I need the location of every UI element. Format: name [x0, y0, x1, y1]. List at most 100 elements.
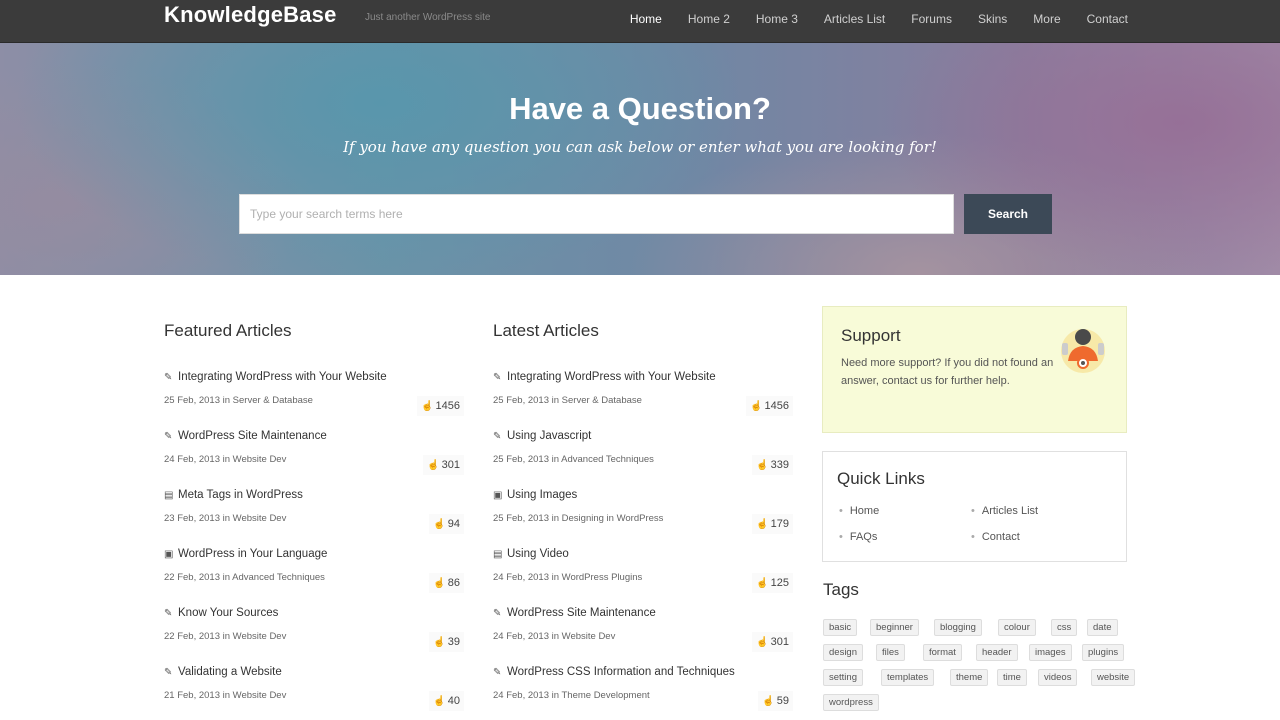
article-link[interactable]: ✎ WordPress CSS Information and Technique…	[493, 666, 735, 678]
quick-link-label: FAQs	[849, 531, 878, 543]
article-item: ✎ WordPress CSS Information and Technique…	[493, 644, 793, 711]
tag-wordpress[interactable]: wordpress	[823, 694, 879, 711]
latest-articles-title: Latest Articles	[493, 321, 599, 340]
article-link[interactable]: ✎ Integrating WordPress with Your Website	[493, 371, 716, 383]
support-box: Support Need more support? If you did no…	[822, 306, 1127, 433]
article-meta: 24 Feb, 2013 in Website Dev	[493, 631, 616, 642]
tag-blogging[interactable]: blogging	[934, 619, 982, 636]
thumbs-up-icon: ☝	[762, 696, 775, 707]
bullet-icon: •	[971, 531, 975, 543]
tag-plugins[interactable]: plugins	[1082, 644, 1125, 661]
quick-link-contact[interactable]: • Contact	[971, 531, 1020, 543]
nav-articles-list[interactable]: Articles List	[824, 12, 885, 26]
quick-link-label: Contact	[981, 531, 1020, 543]
tag-header[interactable]: header	[976, 644, 1018, 661]
article-item: ✎ Validating a Website 21 Feb, 2013 in Web…	[164, 644, 464, 711]
article-link[interactable]: ▤ Meta Tags in WordPress	[164, 489, 303, 501]
nav-home-2[interactable]: Home 2	[688, 12, 730, 26]
article-link[interactable]: ▤ Using Video	[493, 548, 569, 560]
search-input[interactable]	[239, 194, 954, 234]
article-meta: 21 Feb, 2013 in Website Dev	[164, 690, 287, 701]
article-title: Integrating WordPress with Your Website	[178, 371, 387, 383]
article-link[interactable]: ✎ Know Your Sources	[164, 607, 278, 619]
tag-videos[interactable]: videos	[1038, 669, 1078, 686]
quick-links-box: Quick Links • Home • Articles List • FAQs •…	[822, 451, 1127, 562]
nav-more[interactable]: More	[1033, 12, 1060, 26]
edit-icon: ✎	[164, 372, 173, 383]
nav-home-3[interactable]: Home 3	[756, 12, 798, 26]
article-title: WordPress CSS Information and Techniques	[507, 666, 735, 678]
site-tagline: Just another WordPress site	[365, 12, 491, 23]
tag-basic[interactable]: basic	[823, 619, 858, 636]
quick-link-home[interactable]: • Home	[839, 505, 879, 517]
quick-link-faqs[interactable]: • FAQs	[839, 531, 877, 543]
tag-colour[interactable]: colour	[998, 619, 1036, 636]
latest-articles: Latest Articles ✎ Integrating WordPress w…	[493, 321, 793, 711]
article-meta: 24 Feb, 2013 in Website Dev	[164, 454, 287, 465]
edit-icon: ✎	[164, 667, 173, 678]
tag-files[interactable]: files	[876, 644, 905, 661]
article-title: WordPress Site Maintenance	[507, 607, 656, 619]
edit-icon: ✎	[493, 608, 502, 619]
article-link[interactable]: ✎ Validating a Website	[164, 666, 282, 678]
nav-skins[interactable]: Skins	[978, 12, 1007, 26]
video-icon: ▤	[164, 490, 174, 501]
bullet-icon: •	[971, 505, 975, 517]
article-meta: 24 Feb, 2013 in Theme Development	[493, 690, 650, 701]
article-meta: 23 Feb, 2013 in Website Dev	[164, 513, 287, 524]
quick-link-articles-list[interactable]: • Articles List	[971, 505, 1038, 517]
quick-link-label: Articles List	[981, 505, 1039, 517]
article-meta: 22 Feb, 2013 in Website Dev	[164, 631, 287, 642]
tag-design[interactable]: design	[823, 644, 863, 661]
article-title: WordPress Site Maintenance	[178, 430, 327, 442]
article-title: Integrating WordPress with Your Website	[507, 371, 716, 383]
article-item: ▣ WordPress in Your Language 22 Feb, 2013 …	[164, 526, 464, 593]
tag-format[interactable]: format	[923, 644, 962, 661]
bullet-icon: •	[839, 505, 843, 517]
article-meta: 24 Feb, 2013 in WordPress Plugins	[493, 572, 643, 583]
tag-templates[interactable]: templates	[881, 669, 935, 686]
article-link[interactable]: ✎ WordPress Site Maintenance	[493, 607, 656, 619]
nav-contact[interactable]: Contact	[1087, 12, 1128, 26]
like-counter[interactable]: ☝ 59	[758, 691, 793, 711]
edit-icon: ✎	[493, 667, 502, 678]
tag-time[interactable]: time	[997, 669, 1027, 686]
hero-banner: Have a Question? If you have any questio…	[0, 43, 1280, 275]
article-link[interactable]: ✎ WordPress Site Maintenance	[164, 430, 327, 442]
tag-images[interactable]: images	[1029, 644, 1072, 661]
edit-icon: ✎	[493, 372, 502, 383]
article-link[interactable]: ▣ WordPress in Your Language	[164, 548, 327, 560]
article-meta: 25 Feb, 2013 in Designing in WordPress	[493, 513, 664, 524]
support-title: Support	[841, 326, 901, 345]
site-logo[interactable]: KnowledgeBase	[164, 2, 337, 28]
featured-articles: Featured Articles ✎ Integrating WordPress…	[164, 321, 464, 711]
article-link[interactable]: ▣ Using Images	[493, 489, 577, 501]
nav-forums[interactable]: Forums	[911, 12, 952, 26]
search-button[interactable]: Search	[964, 194, 1052, 234]
quick-links-title: Quick Links	[837, 469, 925, 488]
article-title: Meta Tags in WordPress	[178, 489, 303, 501]
tag-beginner[interactable]: beginner	[870, 619, 919, 636]
tag-date[interactable]: date	[1087, 619, 1118, 636]
tag-setting[interactable]: setting	[823, 669, 863, 686]
thumbs-up-icon: ☝	[433, 696, 446, 707]
tag-css[interactable]: css	[1051, 619, 1078, 636]
like-counter[interactable]: ☝ 40	[429, 691, 464, 711]
edit-icon: ✎	[164, 431, 173, 442]
like-count: 59	[776, 695, 789, 707]
like-count: 40	[447, 695, 460, 707]
article-title: Validating a Website	[178, 666, 282, 678]
article-title: WordPress in Your Language	[178, 548, 328, 560]
hero-title: Have a Question?	[509, 91, 771, 126]
tag-theme[interactable]: theme	[950, 669, 989, 686]
nav-home[interactable]: Home	[630, 12, 662, 26]
article-meta: 22 Feb, 2013 in Advanced Techniques	[164, 572, 325, 583]
article-item: ▤ Using Video 24 Feb, 2013 in WordPress Pl…	[493, 526, 793, 593]
featured-articles-title: Featured Articles	[164, 321, 292, 340]
article-link[interactable]: ✎ Using Javascript	[493, 430, 591, 442]
edit-icon: ✎	[164, 608, 173, 619]
article-item: ✎ Integrating WordPress with Your Website…	[493, 349, 793, 416]
tag-website[interactable]: website	[1091, 669, 1136, 686]
article-link[interactable]: ✎ Integrating WordPress with Your Website	[164, 371, 387, 383]
article-title: Using Javascript	[507, 430, 592, 442]
